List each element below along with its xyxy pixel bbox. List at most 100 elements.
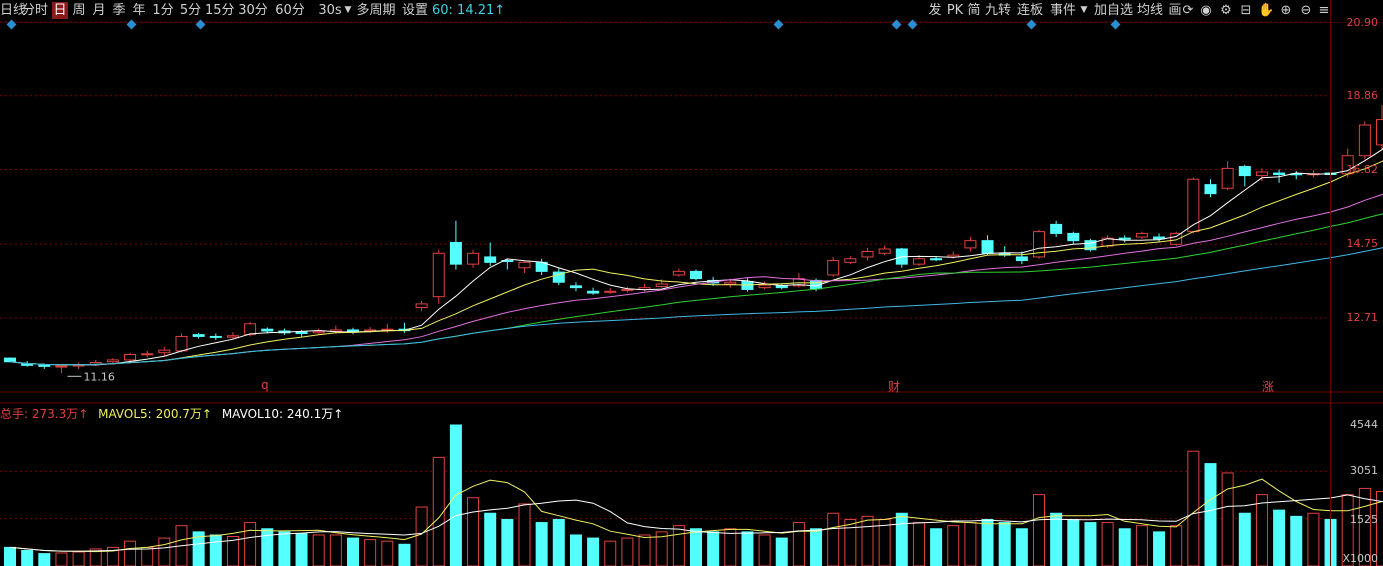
candle-body — [1015, 256, 1028, 262]
volume-bar — [1153, 531, 1166, 566]
volume-bar — [1307, 512, 1320, 566]
candle-body — [758, 284, 771, 289]
volume-bar — [518, 503, 531, 566]
candle-body — [724, 281, 737, 285]
volume-bar — [55, 552, 68, 566]
volume-bar — [295, 532, 308, 566]
candle-body — [312, 330, 325, 334]
volume-bar — [638, 534, 651, 566]
volume-bar — [1118, 528, 1131, 566]
volume-bar — [312, 534, 325, 566]
price-tick-5: 12.71 — [1346, 311, 1379, 324]
candle-body — [604, 290, 617, 293]
volume-bar — [621, 537, 634, 566]
price-axis: 20.90 18.86 16.82 14.75 12.71 4544 3051 … — [1330, 0, 1383, 566]
candle-body — [1255, 171, 1268, 177]
volume-bar — [467, 497, 480, 566]
volume-bar — [827, 512, 840, 566]
ma60-line — [9, 247, 1383, 366]
volume-tick-3: 1525 — [1350, 513, 1378, 526]
volume-bar — [1255, 494, 1268, 566]
volume-bar — [930, 528, 943, 566]
candle-body — [4, 357, 16, 363]
volume-bar — [141, 546, 154, 566]
candle-body — [106, 359, 119, 363]
candle-body — [226, 335, 239, 338]
price-tick-1: 20.90 — [1346, 16, 1379, 29]
volume-bar — [158, 537, 171, 566]
candle-body — [964, 240, 977, 249]
volume-bar — [484, 512, 497, 566]
volume-bar — [775, 537, 788, 566]
event-marker-limit-up[interactable]: 涨 — [1262, 378, 1274, 395]
volume-bar — [672, 525, 685, 566]
candle-body — [1135, 232, 1148, 238]
candle-body — [655, 283, 668, 288]
candle-body — [672, 270, 685, 276]
volume-bar — [1101, 522, 1114, 566]
candle-body — [878, 248, 891, 254]
candle-body — [1273, 172, 1286, 176]
volume-bar — [1238, 512, 1251, 566]
price-tick-3: 16.82 — [1346, 163, 1379, 176]
candle-body — [912, 258, 925, 265]
volume-bar — [1084, 522, 1097, 566]
candle-body — [1067, 232, 1080, 242]
candle-body — [415, 303, 428, 309]
candle-body — [569, 285, 582, 289]
candle-body — [1050, 223, 1063, 234]
volume-bar — [1290, 515, 1303, 566]
ma5-line — [9, 147, 1383, 366]
candle-body — [621, 288, 634, 291]
volume-bar — [398, 543, 411, 566]
mavol5-label: MAVOL5: 200.7万↑ — [98, 407, 212, 421]
event-marker-finance[interactable]: 财 — [888, 378, 900, 395]
volume-bar — [1273, 509, 1286, 566]
volume-tick-2: 3051 — [1350, 464, 1378, 477]
volume-bar — [535, 522, 548, 566]
candle-body — [38, 364, 51, 367]
candle-body — [175, 335, 188, 352]
kline-chart[interactable]: 20.3911.16 — [0, 0, 1383, 566]
volume-bar — [861, 515, 874, 566]
mavol10-label: MAVOL10: 240.1万↑ — [221, 407, 344, 421]
volume-bar — [1067, 518, 1080, 566]
volume-bar — [981, 518, 994, 566]
candle-body — [1204, 184, 1217, 195]
volume-bar — [724, 528, 737, 566]
volume-bar — [1170, 525, 1183, 566]
volume-unit: X1000 — [1342, 552, 1378, 565]
candle-body — [432, 252, 445, 298]
candle-body — [930, 258, 943, 261]
volume-bar — [347, 537, 359, 566]
volume-bar — [690, 528, 702, 566]
candle-body — [587, 290, 600, 294]
volume-bar — [329, 534, 342, 566]
volume-bar — [1033, 494, 1045, 566]
candle-body — [827, 260, 840, 276]
volume-bar — [209, 534, 222, 566]
candle-body — [209, 335, 222, 338]
volume-bar — [38, 553, 51, 566]
volume-bar — [432, 456, 445, 566]
volume-bar — [1015, 528, 1028, 566]
candle-body — [1238, 166, 1251, 177]
candle-body — [981, 240, 994, 254]
volume-bar — [947, 525, 960, 566]
volume-bar — [415, 506, 428, 566]
candle-body — [124, 354, 137, 361]
candle-body — [484, 256, 497, 263]
volume-bar — [72, 551, 85, 566]
volume-tick-1: 4544 — [1350, 418, 1378, 431]
volume-bar — [569, 534, 582, 566]
event-marker-q[interactable]: q — [261, 378, 269, 392]
volume-bar — [758, 534, 771, 566]
candle-body — [295, 331, 308, 335]
volume-bar — [261, 528, 274, 566]
candle-body — [141, 353, 154, 356]
volume-bar — [552, 518, 565, 566]
volume-bar — [1221, 472, 1234, 566]
volume-bar — [844, 518, 857, 566]
volume-legend: 总手: 273.3万↑ MAVOL5: 200.7万↑ MAVOL10: 240… — [0, 405, 349, 421]
volume-bar — [998, 522, 1011, 566]
